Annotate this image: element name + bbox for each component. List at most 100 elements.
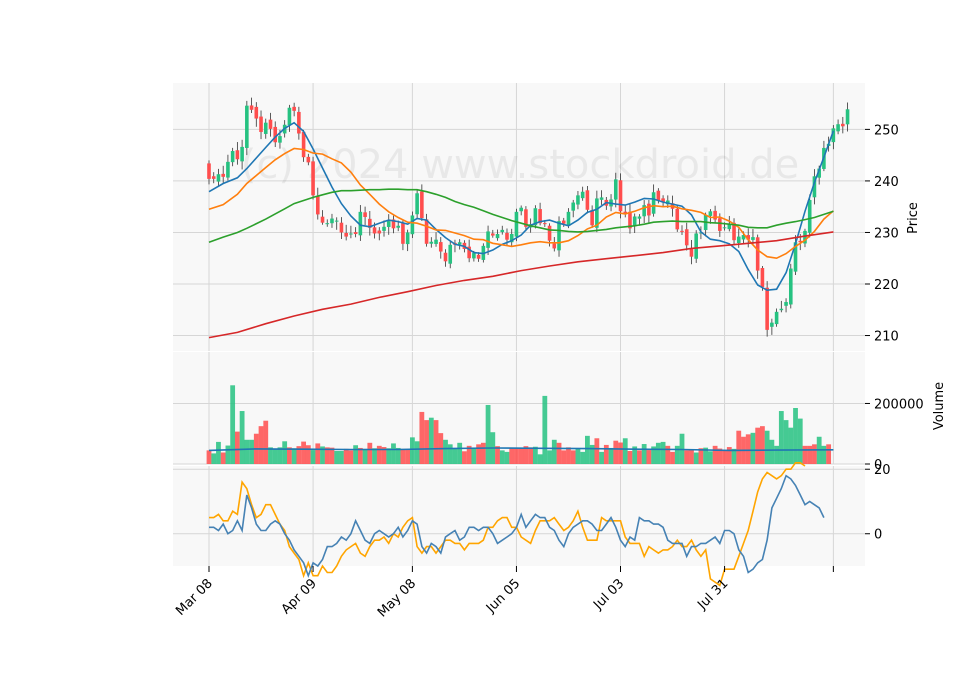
candle-up: [651, 192, 656, 214]
candle-down: [297, 111, 301, 134]
volume-bar-up: [778, 411, 784, 464]
volume-bar-down: [603, 444, 609, 464]
volume-bar-down: [263, 420, 269, 464]
volume-bar-down: [480, 442, 486, 464]
volume-bar-down: [826, 444, 832, 464]
volume-bar-up: [391, 443, 396, 464]
candle-up: [770, 322, 774, 327]
candle-down: [372, 227, 377, 234]
candle-down: [505, 232, 509, 240]
volume-bar-up: [499, 450, 505, 464]
volume-bar-up: [272, 448, 278, 464]
candle-up: [415, 193, 419, 215]
candle-up: [216, 174, 221, 182]
volume-bar-down: [376, 445, 382, 464]
candle-up: [457, 242, 462, 245]
candle-up: [405, 232, 410, 245]
volume-bar-up: [334, 450, 340, 464]
volume-bar-down: [556, 442, 562, 464]
candle-up: [386, 221, 391, 227]
volume-bar-up: [575, 448, 581, 464]
candle-down: [292, 106, 296, 111]
candle-up: [382, 226, 386, 231]
candle-up: [694, 233, 698, 259]
volume-bar-up: [655, 442, 661, 464]
volume-bar-up: [443, 439, 448, 464]
candle-down: [207, 163, 211, 179]
candle-up: [349, 233, 353, 235]
volume-bar-up: [225, 445, 231, 464]
x-tick-label: Jul 31: [694, 576, 731, 613]
candle-down: [713, 210, 717, 220]
candle-down: [680, 230, 684, 232]
volume-bar-down: [807, 445, 813, 464]
candle-up: [514, 211, 519, 237]
candle-down: [273, 126, 278, 143]
volume-bar-down: [462, 451, 467, 464]
volume-bar-up: [452, 448, 458, 464]
candle-down: [684, 229, 689, 246]
candle-up: [429, 241, 434, 244]
volume-bar-down: [570, 450, 576, 464]
volume-bar-down: [367, 442, 373, 464]
candle-down: [443, 252, 448, 262]
candle-up: [472, 253, 476, 259]
volume-bar-down: [357, 447, 363, 464]
volume-bar-down: [712, 445, 718, 464]
volume-bar-down: [755, 427, 761, 464]
volume-bar-down: [722, 450, 727, 464]
candle-up: [576, 195, 580, 205]
volume-bar-up: [310, 450, 316, 464]
candle-down: [590, 210, 594, 226]
candle-up: [557, 221, 561, 251]
volume-bar-up: [230, 385, 236, 464]
candle-down: [377, 230, 382, 234]
candle-down: [254, 106, 259, 119]
volume-bar-up: [244, 439, 250, 464]
volume-bar-down: [684, 450, 690, 464]
watermark: (c) 2024 www.stockdroid.de: [241, 142, 799, 188]
volume-bar-up: [414, 441, 420, 464]
candle-down: [841, 123, 845, 127]
candle-down: [344, 232, 348, 237]
price-y-tick-label: 240: [874, 175, 899, 190]
candle-down: [353, 232, 358, 235]
candle-up: [807, 199, 812, 233]
volume-bar-up: [774, 445, 779, 464]
volume-bar-up: [249, 439, 254, 464]
volume-bar-down: [745, 434, 751, 464]
volume-bar-up: [457, 442, 463, 464]
volume-bar-down: [424, 420, 429, 464]
candle-up: [448, 244, 453, 264]
volume-bar-down: [627, 450, 633, 464]
candle-down: [585, 190, 590, 210]
candle-up: [566, 211, 571, 226]
candle-up: [263, 122, 268, 134]
x-tick-label: Jul 03: [590, 576, 627, 613]
volume-bar-up: [386, 448, 392, 464]
price-panel-background: [173, 83, 865, 351]
volume-bar-down: [514, 448, 519, 464]
candle-down: [552, 243, 557, 249]
volume-bar-down: [689, 449, 694, 464]
candle-up: [486, 231, 490, 248]
candle-up: [240, 146, 244, 162]
candle-down: [675, 208, 680, 230]
candle-down: [320, 216, 325, 223]
volume-bar-up: [537, 454, 543, 464]
candle-up: [836, 124, 840, 132]
volume-bar-down: [665, 445, 671, 464]
candle-down: [420, 191, 424, 219]
volume-bar-up: [353, 445, 359, 464]
candle-up: [230, 151, 235, 163]
candle-up: [571, 202, 576, 211]
osc-y-tick-label: 20: [874, 463, 891, 478]
candle-down: [718, 218, 722, 231]
volume-bar-up: [622, 438, 628, 464]
chart-root: (c) 2024 www.stockdroid.de Mar 08 Apr 09 M…: [0, 0, 960, 690]
volume-bar-down: [566, 447, 571, 464]
candle-down: [249, 105, 254, 110]
price-y-tick-label: 230: [874, 226, 899, 241]
candle-up: [245, 105, 249, 148]
volume-bar-down: [528, 447, 534, 464]
